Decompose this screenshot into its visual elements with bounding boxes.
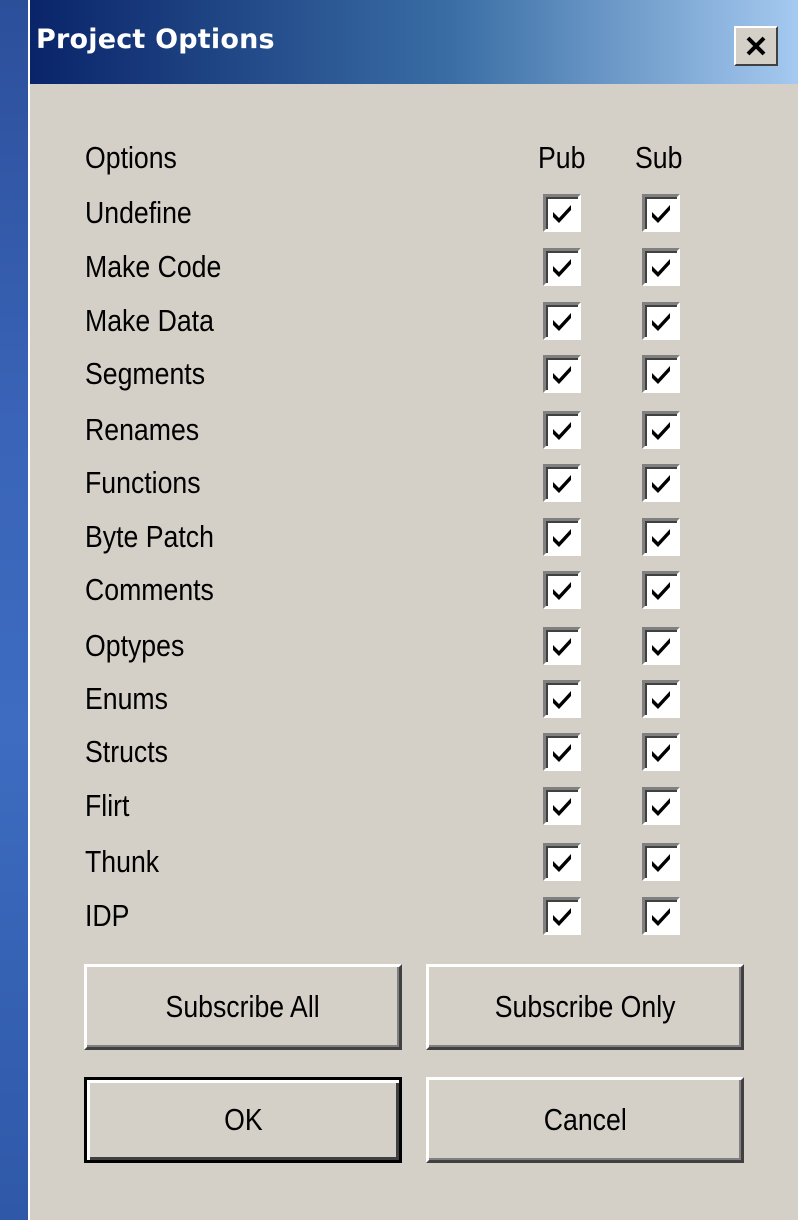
pub-checkbox[interactable] <box>543 843 581 881</box>
pub-checkbox[interactable] <box>543 464 581 502</box>
checkmark-icon <box>553 422 571 440</box>
option-label: Comments <box>85 572 214 607</box>
option-label: Renames <box>85 412 200 447</box>
checkmark-icon <box>652 854 670 872</box>
sub-checkbox[interactable] <box>642 680 680 718</box>
checkmark-icon <box>553 798 571 816</box>
window-title: Project Options <box>36 24 275 55</box>
checkmark-icon <box>553 313 571 331</box>
sub-checkbox[interactable] <box>642 302 680 340</box>
pub-column-header: Pub <box>538 140 586 175</box>
pub-checkbox[interactable] <box>543 411 581 449</box>
options-column-header: Options <box>85 140 177 175</box>
checkmark-icon <box>652 313 670 331</box>
checkmark-icon <box>553 259 571 277</box>
cancel-label: Cancel <box>543 1102 627 1137</box>
checkmark-icon <box>652 798 670 816</box>
option-label: Make Code <box>85 249 222 284</box>
sub-checkbox[interactable] <box>642 518 680 556</box>
option-label: Byte Patch <box>85 519 214 554</box>
checkmark-icon <box>553 854 571 872</box>
pub-checkbox[interactable] <box>543 302 581 340</box>
pub-checkbox[interactable] <box>543 518 581 556</box>
option-label: Structs <box>85 734 168 769</box>
subscribe-only-button[interactable]: Subscribe Only <box>426 964 744 1050</box>
sub-checkbox[interactable] <box>642 411 680 449</box>
checkmark-icon <box>652 529 670 547</box>
checkmark-icon <box>652 744 670 762</box>
project-options-dialog: Project Options Options Pub Sub Undefine… <box>28 0 798 1220</box>
checkmark-icon <box>553 638 571 656</box>
checkmark-icon <box>652 908 670 926</box>
ok-label: OK <box>223 1102 263 1137</box>
checkmark-icon <box>652 638 670 656</box>
checkmark-icon <box>652 259 670 277</box>
pub-checkbox[interactable] <box>543 680 581 718</box>
checkmark-icon <box>553 744 571 762</box>
option-label: Undefine <box>85 195 192 230</box>
checkmark-icon <box>553 366 571 384</box>
checkmark-icon <box>652 205 670 223</box>
checkmark-icon <box>553 691 571 709</box>
pub-checkbox[interactable] <box>543 733 581 771</box>
checkmark-icon <box>652 422 670 440</box>
pub-checkbox[interactable] <box>543 248 581 286</box>
cancel-button[interactable]: Cancel <box>426 1077 744 1163</box>
ok-button[interactable]: OK <box>84 1077 402 1163</box>
option-label: Flirt <box>85 788 130 823</box>
option-label: Segments <box>85 356 206 391</box>
pub-checkbox[interactable] <box>543 787 581 825</box>
option-label: Optypes <box>85 628 185 663</box>
sub-checkbox[interactable] <box>642 787 680 825</box>
sub-checkbox[interactable] <box>642 627 680 665</box>
checkmark-icon <box>553 582 571 600</box>
checkmark-icon <box>652 475 670 493</box>
close-button[interactable] <box>734 26 778 66</box>
checkmark-icon <box>553 529 571 547</box>
checkmark-icon <box>553 205 571 223</box>
sub-checkbox[interactable] <box>642 464 680 502</box>
checkmark-icon <box>652 691 670 709</box>
sub-checkbox[interactable] <box>642 355 680 393</box>
subscribe-all-label: Subscribe All <box>165 989 321 1024</box>
subscribe-only-label: Subscribe Only <box>494 989 676 1024</box>
sub-checkbox[interactable] <box>642 897 680 935</box>
checkmark-icon <box>652 366 670 384</box>
option-label: Thunk <box>85 844 160 879</box>
title-bar[interactable]: Project Options <box>30 0 798 84</box>
option-label: Enums <box>85 681 168 716</box>
sub-column-header: Sub <box>635 140 683 175</box>
close-icon <box>746 36 766 56</box>
pub-checkbox[interactable] <box>543 194 581 232</box>
sub-checkbox[interactable] <box>642 194 680 232</box>
option-label: IDP <box>85 898 130 933</box>
option-label: Make Data <box>85 303 214 338</box>
checkmark-icon <box>553 908 571 926</box>
pub-checkbox[interactable] <box>543 897 581 935</box>
checkmark-icon <box>553 475 571 493</box>
sub-checkbox[interactable] <box>642 571 680 609</box>
checkmark-icon <box>652 582 670 600</box>
subscribe-all-button[interactable]: Subscribe All <box>84 964 402 1050</box>
pub-checkbox[interactable] <box>543 355 581 393</box>
option-label: Functions <box>85 465 201 500</box>
sub-checkbox[interactable] <box>642 733 680 771</box>
sub-checkbox[interactable] <box>642 248 680 286</box>
pub-checkbox[interactable] <box>543 627 581 665</box>
sub-checkbox[interactable] <box>642 843 680 881</box>
pub-checkbox[interactable] <box>543 571 581 609</box>
